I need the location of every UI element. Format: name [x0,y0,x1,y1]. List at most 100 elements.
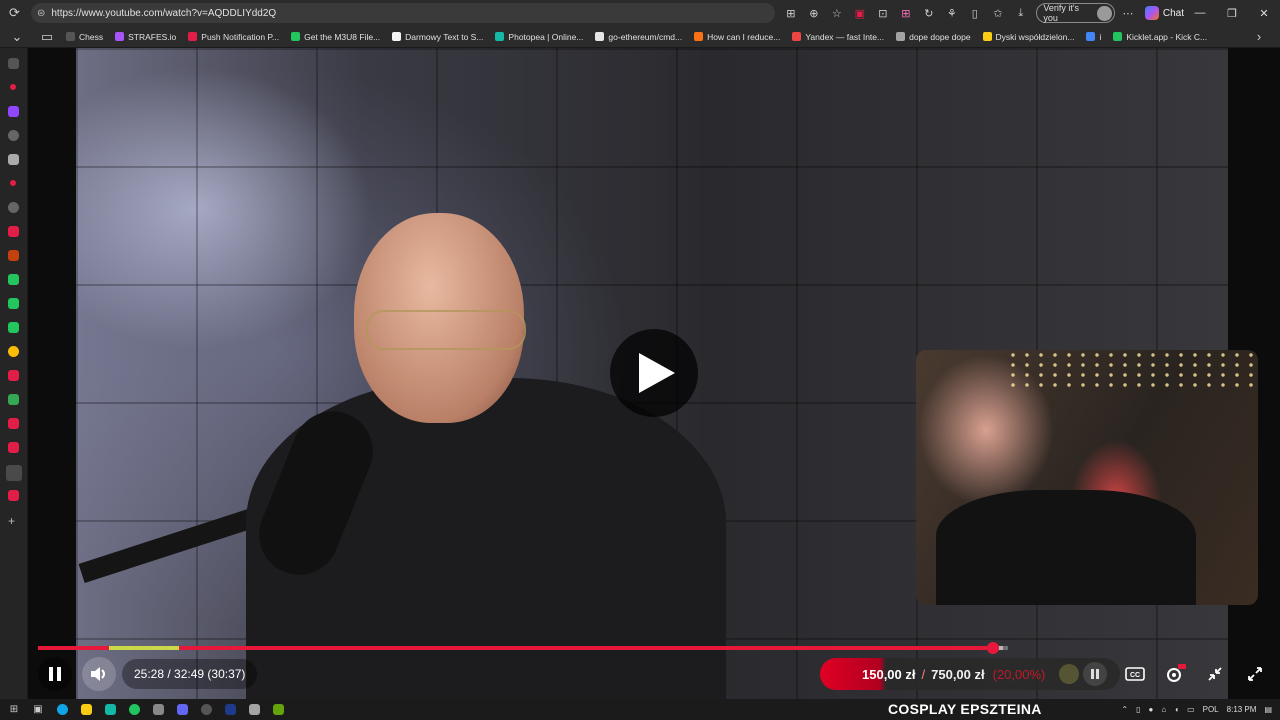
bookmark-favicon-icon [66,32,75,41]
bookmark-label: Chess [79,31,104,42]
favorite-star-icon[interactable]: ☆ [827,4,846,23]
bookmark-item[interactable]: dope dope dope [896,32,971,42]
bookmark-favicon-icon [115,32,125,41]
close-icon[interactable]: ✕ [1248,7,1280,20]
bookmarks-bar: ⌄ ▭ Chess STRAFES.io Push Notification P..… [0,26,1280,48]
obs-icon[interactable] [196,700,216,720]
network-icon[interactable]: ⌂ [1161,705,1166,714]
fullscreen-button[interactable] [1238,658,1272,690]
bookmark-item[interactable]: go-ethereum/cmd... [595,32,682,42]
image-tab-icon[interactable] [8,250,19,261]
app-extra-icon[interactable] [268,700,288,720]
bookmark-item[interactable]: Get the M3U8 File... [291,32,380,42]
subtitles-button[interactable]: CC [1118,658,1152,690]
favorites-icon[interactable]: ✩ [988,4,1007,23]
bookmark-item[interactable]: STRAFES.io [115,32,176,42]
new-tab-plus-icon[interactable]: + [8,515,19,527]
youtube-tab-icon[interactable] [8,490,19,501]
tray-chevron-icon[interactable]: ⌃ [1121,705,1128,714]
clock[interactable]: 8:13 PM [1227,705,1257,714]
extension-game-icon[interactable]: ⊡ [873,4,892,23]
language-indicator[interactable]: POL [1203,705,1219,714]
bookmark-item[interactable]: i [1086,32,1101,42]
volume-tray-icon[interactable]: ◖ [1174,705,1179,714]
bookmarks-more-chevron-icon[interactable]: › [1248,26,1270,48]
youtube-tab-icon[interactable] [8,442,19,453]
bookmark-favicon-icon [896,32,906,41]
app-grid-icon[interactable] [148,700,168,720]
url-input[interactable]: ⊜ https://www.youtube.com/watch?v=AQDDLI… [30,3,776,23]
avatar [1097,5,1112,21]
donation-percent: (20,00%) [992,666,1046,682]
globe-tab-icon[interactable] [8,202,19,213]
globe-tab-icon[interactable] [8,130,19,141]
downloads-icon[interactable]: ⤓ [1011,4,1030,23]
site-info-icon[interactable]: ⊜ [37,8,45,19]
notifications-icon[interactable]: ▤ [1264,705,1272,714]
tab-actions-chevron-icon[interactable]: ⌄ [6,26,28,48]
youtube-tab-icon[interactable] [8,370,19,381]
youtube-tab-icon[interactable] [8,226,19,237]
restore-icon[interactable]: ❐ [1216,7,1248,20]
video-player[interactable]: 25:28 / 32:49 (30:37) 150,00 zł / 750,00… [28,48,1280,699]
youtube-tab-icon[interactable] [8,418,19,429]
maps-tab-icon[interactable] [8,394,19,405]
refresh-extension-icon[interactable]: ↻ [919,4,938,23]
chrome-tab-icon[interactable] [8,346,19,357]
x-tab-icon[interactable] [8,154,19,165]
extensions-puzzle-icon[interactable]: ⚘ [942,4,961,23]
bookmark-item[interactable]: Dyski współdzielon... [982,32,1074,42]
kick-tab-icon[interactable] [8,298,19,309]
task-view-icon[interactable]: ▣ [28,700,48,720]
progress-bar[interactable] [38,642,1008,654]
pause-icon [49,667,61,681]
zoom-icon[interactable]: ⊕ [804,4,823,23]
bookmark-item[interactable]: How can I reduce... [694,32,780,42]
battery-icon[interactable]: ▭ [1187,705,1195,714]
pause-small-icon [1091,669,1099,679]
bookmark-item[interactable]: Kicklet.app - Kick C... [1113,32,1207,42]
youtube-tab-icon[interactable] [10,180,16,186]
bookmark-item[interactable]: Yandex — fast Inte... [792,32,884,42]
bookmark-item[interactable]: Darmowy Text to S... [392,32,483,42]
install-app-icon[interactable]: ⊞ [781,4,800,23]
bookmark-item[interactable]: Push Notification P... [188,32,279,42]
verify-label: Verify it's you [1043,3,1080,23]
volume-button[interactable] [82,657,116,691]
tray-device-icon[interactable]: ▯ [1136,705,1140,714]
minimize-icon[interactable]: — [1184,7,1216,20]
bookmark-item[interactable]: Photopea | Online... [495,32,583,42]
theater-mode-button[interactable] [1198,658,1232,690]
bookmark-item[interactable]: Chess [66,32,103,42]
reload-icon[interactable]: ⟳ [4,2,25,24]
windows-taskbar: ⊞ ▣ COSPLAY EPSZTEINA ⌃ ▯ ● ⌂ ◖ ▭ POL 8:… [0,699,1280,720]
sidebar-tab-icon[interactable] [8,58,19,69]
file-explorer-icon[interactable] [76,700,96,720]
vertical-sidebar: + [0,48,28,699]
copilot-chat-button[interactable]: Chat [1144,6,1184,20]
shield-icon [1059,664,1080,684]
discord-icon[interactable] [172,700,192,720]
twitch-tab-icon[interactable] [8,106,19,117]
mic-icon[interactable]: ● [1149,705,1154,714]
settings-button[interactable] [1158,658,1192,690]
tab-list-icon[interactable]: ▭ [36,26,58,48]
miniplayer-pause-button[interactable] [1078,658,1112,690]
edge-taskbar-icon[interactable] [52,700,72,720]
extension-grid-icon[interactable]: ⊞ [896,4,915,23]
extension-red-icon[interactable]: ▣ [850,4,869,23]
split-screen-icon[interactable]: ▯ [965,4,984,23]
app-cube-icon[interactable] [244,700,264,720]
big-play-button[interactable] [610,329,698,417]
pause-button[interactable] [38,657,72,691]
kick-tab-icon[interactable] [8,322,19,333]
kick-tab-icon[interactable] [8,274,19,285]
app-teal-icon[interactable] [100,700,120,720]
audio-tab-icon[interactable] [6,465,22,481]
spotify-icon[interactable] [124,700,144,720]
steam-icon[interactable] [220,700,240,720]
profile-verify-button[interactable]: Verify it's you [1036,3,1115,23]
more-menu-icon[interactable]: ⋯ [1119,4,1137,23]
windows-start-icon[interactable]: ⊞ [4,700,24,720]
youtube-tab-icon[interactable] [10,84,16,90]
